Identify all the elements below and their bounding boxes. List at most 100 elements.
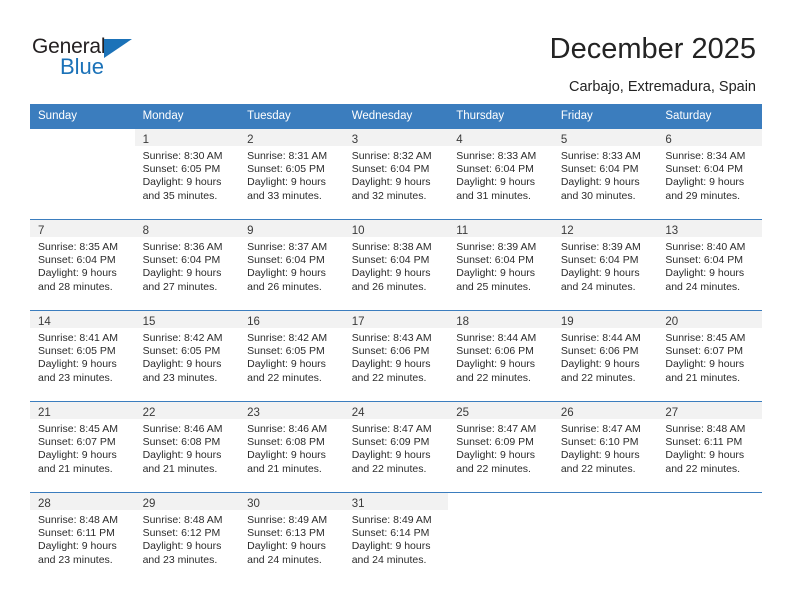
day-cell[interactable]: 11 Sunrise: 8:39 AM Sunset: 6:04 PM Dayligh… xyxy=(448,220,553,310)
day-cell[interactable]: 9 Sunrise: 8:37 AM Sunset: 6:04 PM Daylight… xyxy=(239,220,344,310)
day-cell[interactable]: 17 Sunrise: 8:43 AM Sunset: 6:06 PM Dayligh… xyxy=(343,311,449,401)
day-cell[interactable] xyxy=(448,493,553,583)
day-details: Sunrise: 8:47 AM Sunset: 6:09 PM Daylight:… xyxy=(344,419,449,476)
daylight-text-line2: and 22 minutes. xyxy=(351,371,427,384)
logo-text-blue: Blue xyxy=(60,54,105,79)
day-details: Sunrise: 8:40 AM Sunset: 6:04 PM Daylight:… xyxy=(657,237,762,294)
sunrise-text: Sunrise: 8:48 AM xyxy=(142,514,223,526)
daylight-text-line1: Daylight: 9 hours xyxy=(456,176,536,189)
day-number-band xyxy=(30,129,135,146)
day-details xyxy=(553,510,658,514)
sunset-text: Sunset: 6:04 PM xyxy=(351,254,430,267)
day-details: Sunrise: 8:44 AM Sunset: 6:06 PM Daylight:… xyxy=(553,328,658,385)
day-number-band: 27 xyxy=(657,402,762,419)
day-details: Sunrise: 8:46 AM Sunset: 6:08 PM Daylight:… xyxy=(239,419,344,476)
day-cell[interactable]: 26 Sunrise: 8:47 AM Sunset: 6:10 PM Dayligh… xyxy=(552,402,658,492)
day-details: Sunrise: 8:45 AM Sunset: 6:07 PM Daylight:… xyxy=(30,419,135,476)
daylight-text-line1: Daylight: 9 hours xyxy=(351,358,431,371)
daylight-text-line1: Daylight: 9 hours xyxy=(142,176,222,189)
day-details xyxy=(657,510,762,514)
day-cell[interactable]: 23 Sunrise: 8:46 AM Sunset: 6:08 PM Dayligh… xyxy=(239,402,344,492)
day-cell[interactable]: 30 Sunrise: 8:49 AM Sunset: 6:13 PM Dayligh… xyxy=(239,493,344,583)
day-cell[interactable]: 12 Sunrise: 8:39 AM Sunset: 6:04 PM Dayligh… xyxy=(552,220,658,310)
day-cell[interactable] xyxy=(553,493,658,583)
day-cell[interactable]: 13 Sunrise: 8:40 AM Sunset: 6:04 PM Dayligh… xyxy=(657,220,762,310)
day-cell[interactable]: 22 Sunrise: 8:46 AM Sunset: 6:08 PM Dayligh… xyxy=(134,402,240,492)
day-number: 16 xyxy=(247,316,260,328)
day-number-band: 2 xyxy=(239,129,344,146)
calendar-page: General Blue December 2025 Carbajo, Extr… xyxy=(0,0,792,612)
day-details: Sunrise: 8:48 AM Sunset: 6:11 PM Daylight:… xyxy=(657,419,762,476)
day-cell[interactable]: 31 Sunrise: 8:49 AM Sunset: 6:14 PM Dayligh… xyxy=(343,493,449,583)
day-cell[interactable]: 24 Sunrise: 8:47 AM Sunset: 6:09 PM Dayligh… xyxy=(343,402,449,492)
sunset-text: Sunset: 6:13 PM xyxy=(247,527,325,540)
day-number: 28 xyxy=(38,498,51,510)
day-number-band: 21 xyxy=(30,402,135,419)
day-cell[interactable]: 15 Sunrise: 8:42 AM Sunset: 6:05 PM Dayligh… xyxy=(134,311,240,401)
sunrise-text: Sunrise: 8:32 AM xyxy=(351,150,432,162)
day-number-band: 14 xyxy=(30,311,135,328)
triangle-icon xyxy=(104,39,132,58)
day-number: 11 xyxy=(456,225,469,237)
daylight-text-line2: and 28 minutes. xyxy=(38,280,113,293)
day-cell[interactable]: 8 Sunrise: 8:36 AM Sunset: 6:04 PM Daylight… xyxy=(134,220,240,310)
sunrise-text: Sunrise: 8:43 AM xyxy=(351,332,432,344)
day-details: Sunrise: 8:33 AM Sunset: 6:04 PM Daylight:… xyxy=(448,146,553,203)
day-number: 5 xyxy=(560,134,568,146)
sunset-text: Sunset: 6:10 PM xyxy=(560,436,639,449)
day-cell[interactable]: 21 Sunrise: 8:45 AM Sunset: 6:07 PM Dayligh… xyxy=(30,402,135,492)
week-row: 14 Sunrise: 8:41 AM Sunset: 6:05 PM Dayligh… xyxy=(30,310,762,402)
day-cell[interactable]: 4 Sunrise: 8:33 AM Sunset: 6:04 PM Daylight… xyxy=(448,129,553,219)
day-cell[interactable]: 1 Sunrise: 8:30 AM Sunset: 6:05 PM Daylight… xyxy=(134,129,240,219)
sunset-text: Sunset: 6:04 PM xyxy=(560,254,639,267)
daylight-text-line1: Daylight: 9 hours xyxy=(665,176,745,189)
day-number: 30 xyxy=(247,498,260,510)
day-cell[interactable]: 10 Sunrise: 8:38 AM Sunset: 6:04 PM Dayligh… xyxy=(343,220,449,310)
day-number-band xyxy=(448,493,553,510)
day-details: Sunrise: 8:36 AM Sunset: 6:04 PM Daylight:… xyxy=(135,237,240,294)
day-cell[interactable]: 6 Sunrise: 8:34 AM Sunset: 6:04 PM Daylight… xyxy=(657,129,762,219)
daylight-text-line2: and 22 minutes. xyxy=(665,462,741,475)
sunset-text: Sunset: 6:06 PM xyxy=(351,345,430,358)
day-cell[interactable]: 25 Sunrise: 8:47 AM Sunset: 6:09 PM Dayligh… xyxy=(448,402,553,492)
daylight-text-line1: Daylight: 9 hours xyxy=(665,358,745,371)
day-details: Sunrise: 8:46 AM Sunset: 6:08 PM Daylight:… xyxy=(135,419,240,476)
general-blue-logo[interactable]: General Blue xyxy=(32,36,162,82)
sunrise-text: Sunrise: 8:49 AM xyxy=(351,514,432,526)
day-cell[interactable]: 27 Sunrise: 8:48 AM Sunset: 6:11 PM Dayligh… xyxy=(657,402,762,492)
day-details: Sunrise: 8:38 AM Sunset: 6:04 PM Daylight:… xyxy=(344,237,449,294)
daylight-text-line2: and 22 minutes. xyxy=(351,462,427,475)
day-cell[interactable] xyxy=(657,493,762,583)
daylight-text-line2: and 24 minutes. xyxy=(560,280,636,293)
sunset-text: Sunset: 6:04 PM xyxy=(665,163,744,176)
day-cell[interactable]: 18 Sunrise: 8:44 AM Sunset: 6:06 PM Dayligh… xyxy=(448,311,553,401)
daylight-text-line2: and 21 minutes. xyxy=(247,462,322,475)
day-number: 7 xyxy=(38,225,45,237)
sunset-text: Sunset: 6:14 PM xyxy=(351,527,430,540)
sunrise-text: Sunrise: 8:49 AM xyxy=(247,514,328,526)
day-cell[interactable]: 16 Sunrise: 8:42 AM Sunset: 6:05 PM Dayligh… xyxy=(239,311,344,401)
weekday-header-sunday: Sunday xyxy=(30,104,135,129)
day-cell[interactable] xyxy=(30,129,135,219)
daylight-text-line1: Daylight: 9 hours xyxy=(560,449,640,462)
day-cell[interactable]: 29 Sunrise: 8:48 AM Sunset: 6:12 PM Dayligh… xyxy=(134,493,240,583)
day-cell[interactable]: 14 Sunrise: 8:41 AM Sunset: 6:05 PM Dayligh… xyxy=(30,311,135,401)
sunset-text: Sunset: 6:04 PM xyxy=(456,254,534,267)
daylight-text-line2: and 22 minutes. xyxy=(456,462,531,475)
sunset-text: Sunset: 6:07 PM xyxy=(38,436,116,449)
sunrise-text: Sunrise: 8:47 AM xyxy=(456,423,537,435)
daylight-text-line1: Daylight: 9 hours xyxy=(247,449,326,462)
day-cell[interactable]: 7 Sunrise: 8:35 AM Sunset: 6:04 PM Daylight… xyxy=(30,220,135,310)
day-number-band: 11 xyxy=(448,220,553,237)
day-cell[interactable]: 19 Sunrise: 8:44 AM Sunset: 6:06 PM Dayligh… xyxy=(552,311,658,401)
day-cell[interactable]: 20 Sunrise: 8:45 AM Sunset: 6:07 PM Dayligh… xyxy=(657,311,762,401)
page-subtitle: Carbajo, Extremadura, Spain xyxy=(569,79,756,95)
daylight-text-line1: Daylight: 9 hours xyxy=(560,176,640,189)
day-number-band: 10 xyxy=(343,220,449,237)
week-row: 1 Sunrise: 8:30 AM Sunset: 6:05 PM Daylight… xyxy=(30,129,762,220)
day-cell[interactable]: 5 Sunrise: 8:33 AM Sunset: 6:04 PM Daylight… xyxy=(552,129,658,219)
day-number: 25 xyxy=(456,407,470,419)
day-cell[interactable]: 2 Sunrise: 8:31 AM Sunset: 6:05 PM Daylight… xyxy=(239,129,344,219)
day-cell[interactable]: 28 Sunrise: 8:48 AM Sunset: 6:11 PM Dayligh… xyxy=(30,493,135,583)
day-cell[interactable]: 3 Sunrise: 8:32 AM Sunset: 6:04 PM Daylight… xyxy=(343,129,449,219)
